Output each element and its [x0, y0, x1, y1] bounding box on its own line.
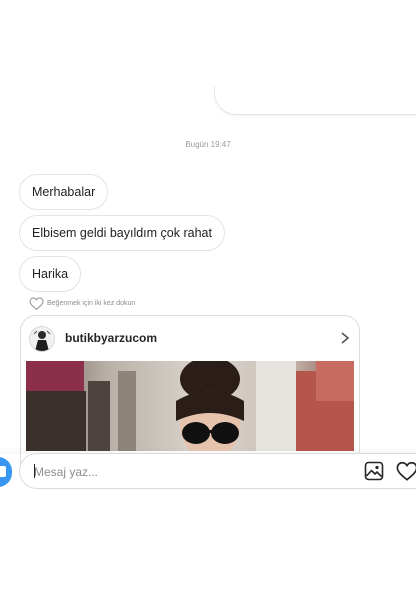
chevron-right-icon[interactable]	[339, 331, 351, 345]
like-hint: Beğenmek için iki kez dokun	[29, 296, 135, 310]
shared-post-header[interactable]: butikbyarzucom	[21, 316, 359, 360]
post-username[interactable]: butikbyarzucom	[65, 331, 157, 345]
message-bubble[interactable]: Elbisem geldi bayıldım çok rahat	[19, 215, 225, 251]
like-hint-label: Beğenmek için iki kez dokun	[47, 299, 136, 307]
previous-message-bubble	[214, 86, 416, 115]
heart-outline-icon	[29, 296, 44, 310]
message-timestamp: Bugün 19:47	[185, 140, 231, 149]
heart-icon[interactable]	[396, 461, 416, 481]
avatar[interactable]	[29, 326, 55, 352]
message-bubble[interactable]: Merhabalar	[19, 174, 109, 210]
direct-message-screen: Bugün 19:47 Merhabalar Elbisem geldi bay…	[0, 0, 416, 600]
text-caret	[34, 464, 35, 478]
post-image[interactable]	[26, 361, 354, 451]
message-input[interactable]	[34, 462, 334, 482]
message-bubble[interactable]: Harika	[19, 256, 82, 292]
gallery-icon[interactable]	[364, 461, 384, 481]
camera-icon[interactable]	[0, 457, 12, 487]
